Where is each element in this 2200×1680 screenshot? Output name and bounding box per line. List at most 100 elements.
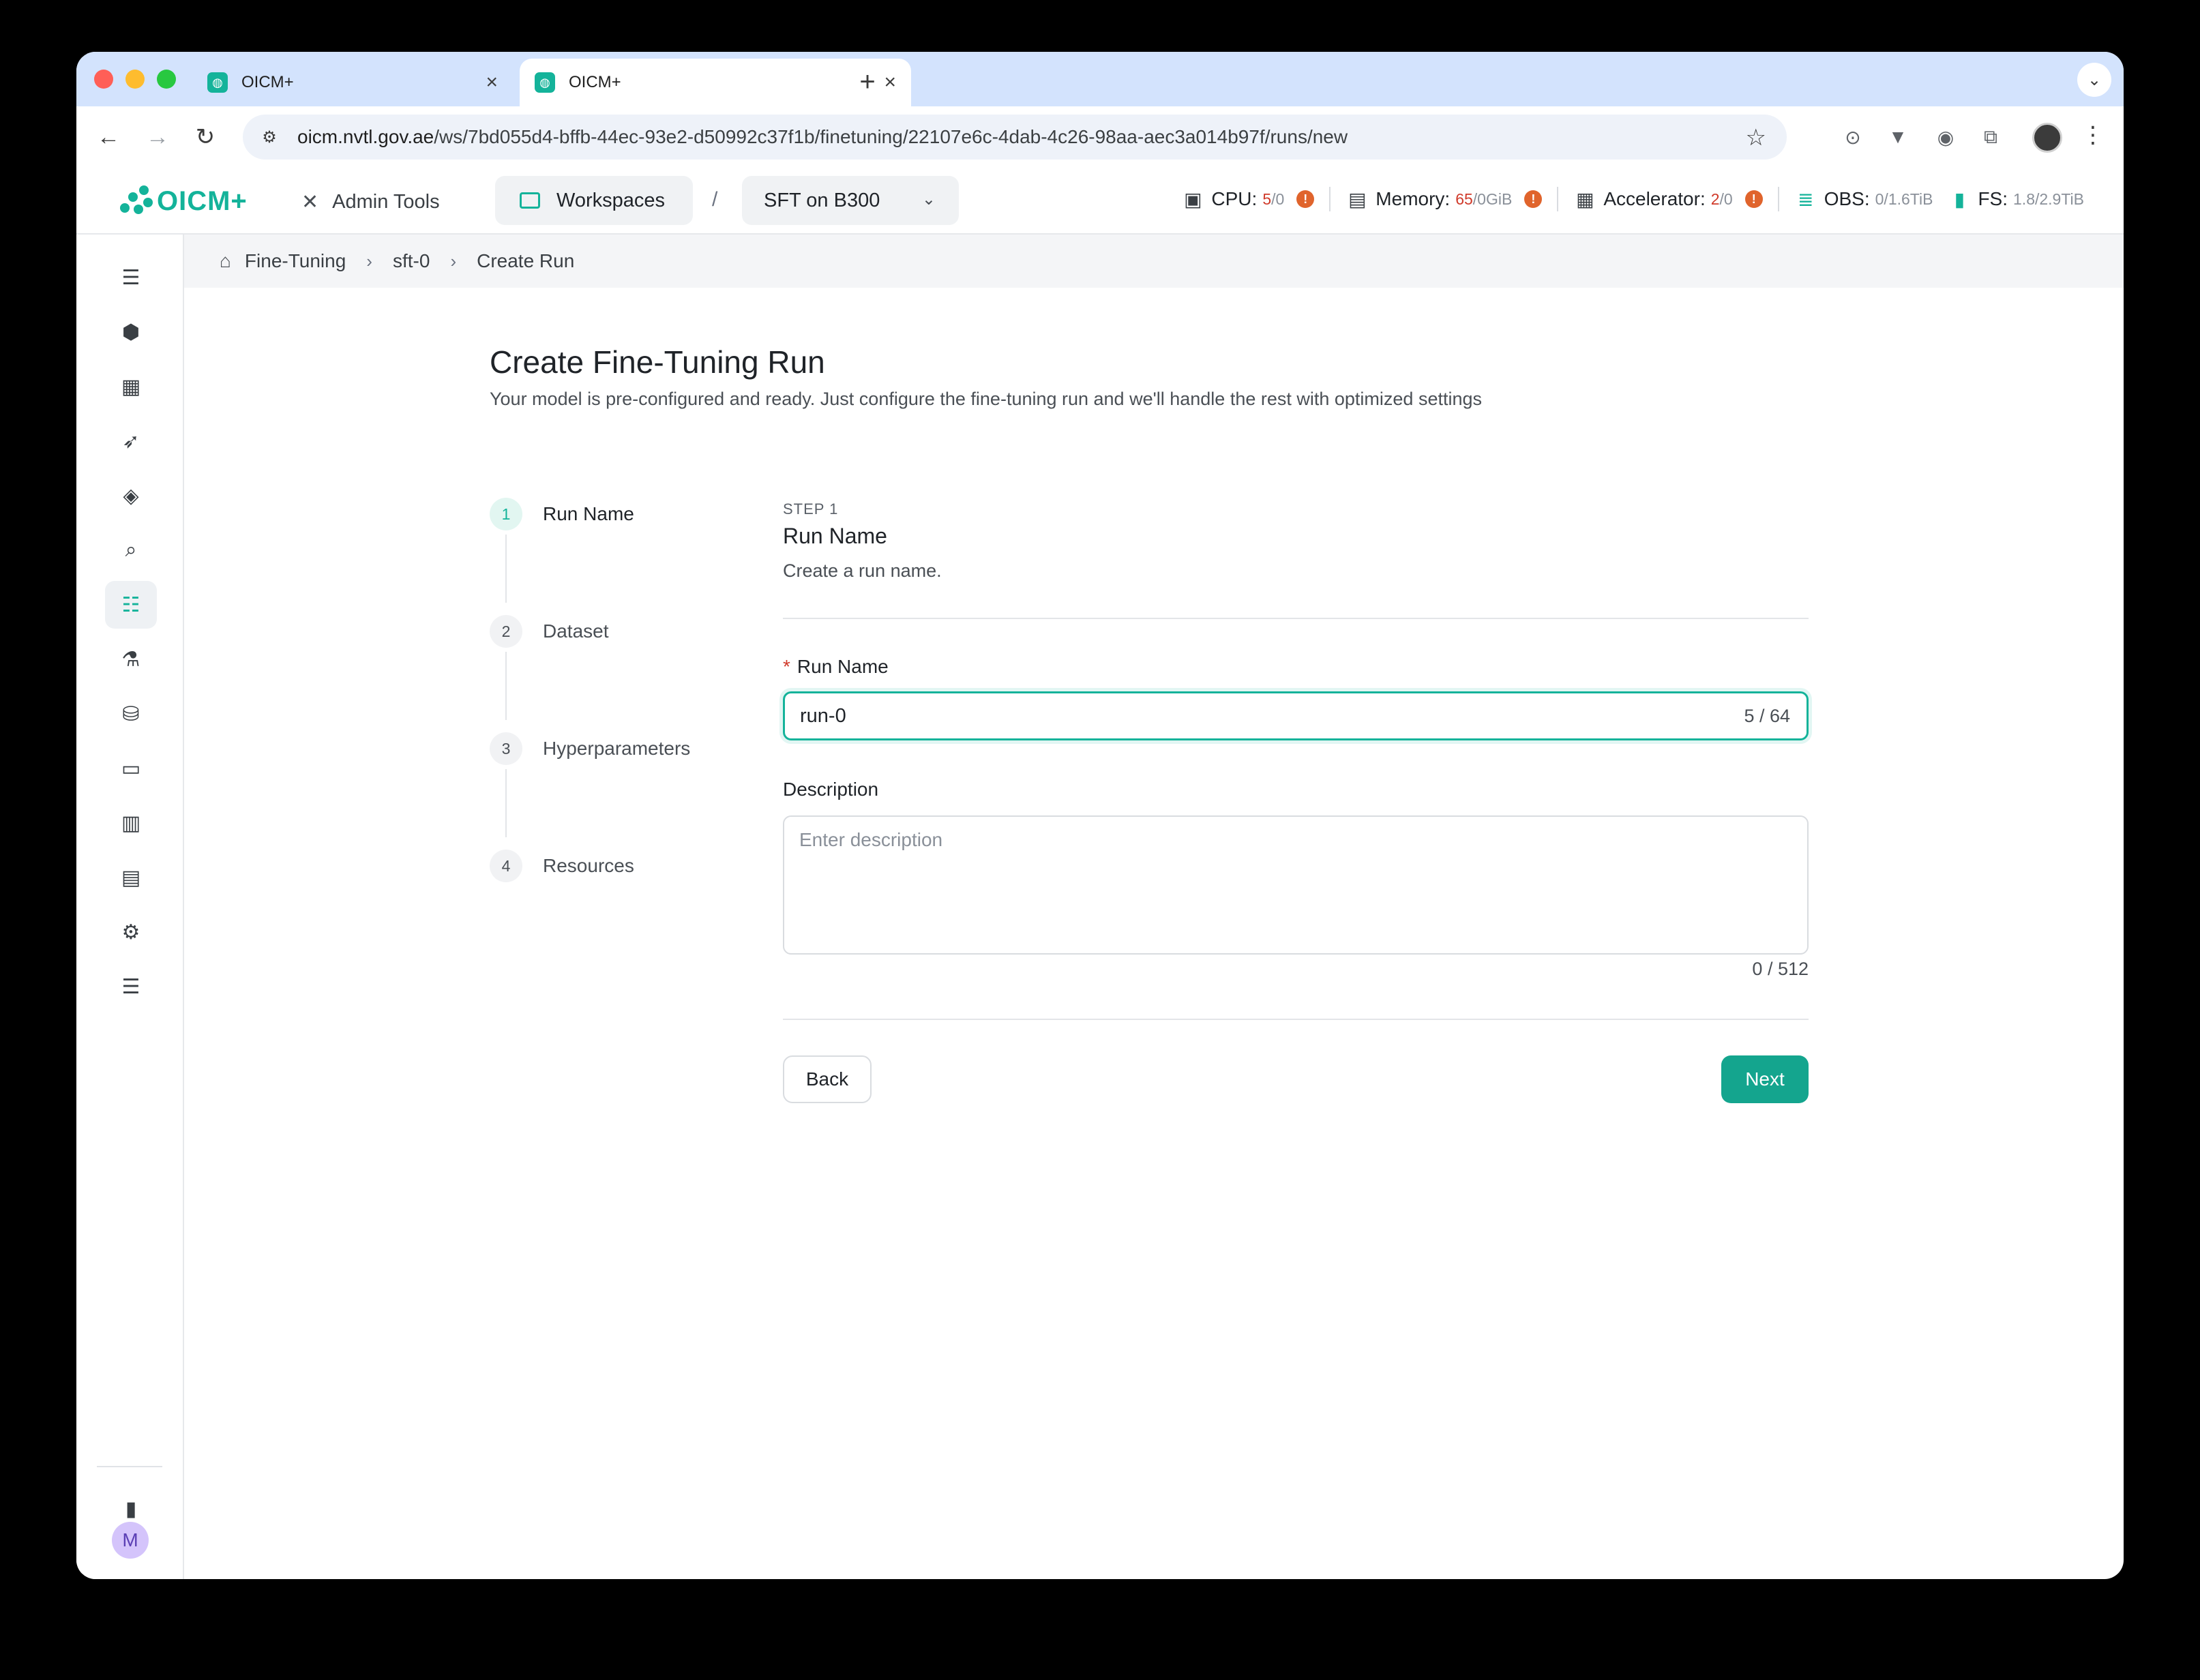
required-mark: * [783, 656, 790, 677]
zoom-window-button[interactable] [157, 70, 176, 89]
chevron-down-icon: ⌄ [921, 190, 936, 209]
workspaces-button[interactable]: Workspaces [495, 176, 693, 225]
server-icon: ▭ [121, 757, 141, 780]
divider [1557, 187, 1559, 211]
sliders-icon: ☷ [121, 593, 140, 616]
workspace-name: SFT on B300 [764, 189, 880, 211]
description-char-count: 0 / 512 [1752, 959, 1809, 979]
step-connector [505, 769, 507, 837]
memory-warning-icon[interactable]: ! [1524, 190, 1543, 208]
sidebar-item-models[interactable]: ⬢ [105, 308, 157, 356]
cpu-value: 5/0 [1262, 190, 1285, 208]
database-icon: ⛁ [122, 702, 140, 725]
home-icon[interactable]: ⌂ [220, 250, 231, 272]
logo-text: OICM+ [157, 185, 248, 216]
forward-arrow-icon[interactable]: → [140, 120, 175, 154]
description-textarea[interactable]: Enter description [783, 815, 1809, 955]
tab-search-button[interactable]: ⌄ [2077, 63, 2111, 97]
breadcrumb-fine-tuning[interactable]: Fine-Tuning [245, 250, 346, 272]
step-dataset[interactable]: 2 Dataset [490, 615, 609, 648]
obs-usage: ≣ OBS: 0/1.6TiB [1794, 188, 1933, 211]
inbox-icon: ▤ [121, 866, 141, 889]
back-arrow-icon[interactable]: ← [91, 120, 125, 154]
memory-value: 65/0GiB [1455, 190, 1513, 208]
breadcrumb: ⌂ Fine-Tuning › sft-0 › Create Run [184, 235, 2124, 288]
step-label: Dataset [543, 620, 609, 642]
memory-usage: ▤ Memory: 65/0GiB ! [1346, 188, 1543, 211]
browser-tab-1[interactable]: ◍ OICM+ × [192, 59, 513, 106]
cpu-warning-icon[interactable]: ! [1296, 190, 1315, 208]
database-icon: ≣ [1797, 188, 1814, 210]
sidebar-item-images[interactable]: ▤ [105, 854, 157, 901]
step-connector [505, 535, 507, 603]
gpu-icon: ▦ [1576, 188, 1594, 210]
breadcrumb-create-run: Create Run [477, 250, 575, 271]
step-run-name[interactable]: 1 Run Name [490, 498, 634, 530]
rocket-icon: ➶ [122, 430, 140, 453]
gear-icon: ⚙ [121, 920, 140, 944]
run-name-char-count: 5 / 64 [1744, 706, 1790, 726]
step-number: 4 [490, 850, 522, 882]
chrome-profile-avatar[interactable] [2032, 123, 2062, 153]
sidebar-item-logs[interactable]: ☰ [105, 963, 157, 1010]
menu-hamburger-icon[interactable]: ☰ [105, 254, 157, 301]
step-title: Run Name [783, 524, 887, 548]
sidebar-item-registry[interactable]: ▦ [105, 363, 157, 410]
accelerator-label: Accelerator: [1603, 188, 1706, 209]
sidebar-item-monitoring[interactable]: ⌕ [105, 526, 157, 574]
app-header: OICM+ ✕ Admin Tools Workspaces / SFT on … [76, 168, 2124, 235]
minimize-window-button[interactable] [125, 70, 145, 89]
step-label: Resources [543, 855, 634, 876]
fs-usage: ▮ FS: 1.8/2.9TiB [1948, 188, 2084, 211]
chevron-right-icon: › [450, 250, 457, 271]
sidebar-item-datasets[interactable]: ⛁ [105, 690, 157, 738]
next-button[interactable]: Next [1721, 1055, 1809, 1103]
accelerator-warning-icon[interactable]: ! [1744, 190, 1763, 208]
new-tab-button[interactable]: + [847, 61, 888, 102]
notebook-icon: ▥ [121, 811, 141, 835]
workspaces-label: Workspaces [556, 189, 666, 211]
sidebar-item-fine-tuning[interactable]: ☷ [105, 581, 157, 629]
site-settings-icon[interactable]: ⚙ [258, 125, 281, 149]
step-number: 2 [490, 615, 522, 648]
book-icon: ▮ [125, 1497, 137, 1520]
page-title: Create Fine-Tuning Run [490, 344, 825, 380]
sidebar-item-deployments[interactable]: ➶ [105, 417, 157, 465]
chevron-right-icon: › [366, 250, 372, 271]
sidebar-item-settings[interactable]: ⚙ [105, 908, 157, 956]
close-icon[interactable]: × [486, 71, 498, 94]
reload-icon[interactable]: ↻ [188, 120, 222, 154]
tab-bar: ◍ OICM+ × ◍ OICM+ × + ⌄ [76, 52, 2124, 106]
sidebar-item-notebooks[interactable]: ▥ [105, 799, 157, 847]
tools-icon: ✕ [301, 190, 319, 213]
bookmark-star-icon[interactable]: ☆ [1746, 124, 1766, 151]
password-manager-icon[interactable]: ◉ [1930, 121, 1961, 153]
url-text[interactable]: oicm.nvtl.gov.ae/ws/7bd055d4-bffb-44ec-9… [297, 126, 1348, 148]
step-hyperparameters[interactable]: 3 Hyperparameters [490, 732, 690, 765]
run-name-value: run-0 [800, 704, 846, 727]
run-name-input[interactable]: run-0 5 / 64 [783, 691, 1809, 740]
media-extension-icon[interactable]: ⊙ [1837, 121, 1869, 153]
sidebar-item-experiments[interactable]: ⚗ [105, 635, 157, 683]
close-window-button[interactable] [94, 70, 113, 89]
chrome-menu-icon[interactable]: ⋮ [2077, 121, 2109, 149]
step-resources[interactable]: 4 Resources [490, 850, 634, 882]
step-number: 1 [490, 498, 522, 530]
sidebar-item-workbench[interactable]: ◈ [105, 472, 157, 520]
vpn-extension-icon[interactable]: ▼ [1882, 121, 1914, 153]
user-avatar[interactable]: M [112, 1522, 149, 1559]
workspace-select[interactable]: SFT on B300 ⌄ [742, 176, 959, 225]
back-button[interactable]: Back [783, 1055, 872, 1103]
extensions-puzzle-icon[interactable]: ⧉ [1975, 121, 2006, 153]
sidebar-divider [97, 1466, 162, 1467]
address-bar[interactable]: ⚙ oicm.nvtl.gov.ae/ws/7bd055d4-bffb-44ec… [243, 115, 1787, 160]
workspace-icon [520, 192, 540, 209]
fs-value: 1.8/2.9TiB [2013, 190, 2084, 208]
oicm-logo[interactable]: OICM+ [119, 184, 248, 218]
sidebar-item-storage[interactable]: ▭ [105, 745, 157, 792]
divider [1329, 187, 1331, 211]
file-icon: ▮ [1954, 188, 1965, 210]
admin-tools-link[interactable]: ✕ Admin Tools [301, 181, 440, 222]
grid-list-icon: ▦ [121, 375, 141, 398]
breadcrumb-sft-0[interactable]: sft-0 [393, 250, 430, 272]
